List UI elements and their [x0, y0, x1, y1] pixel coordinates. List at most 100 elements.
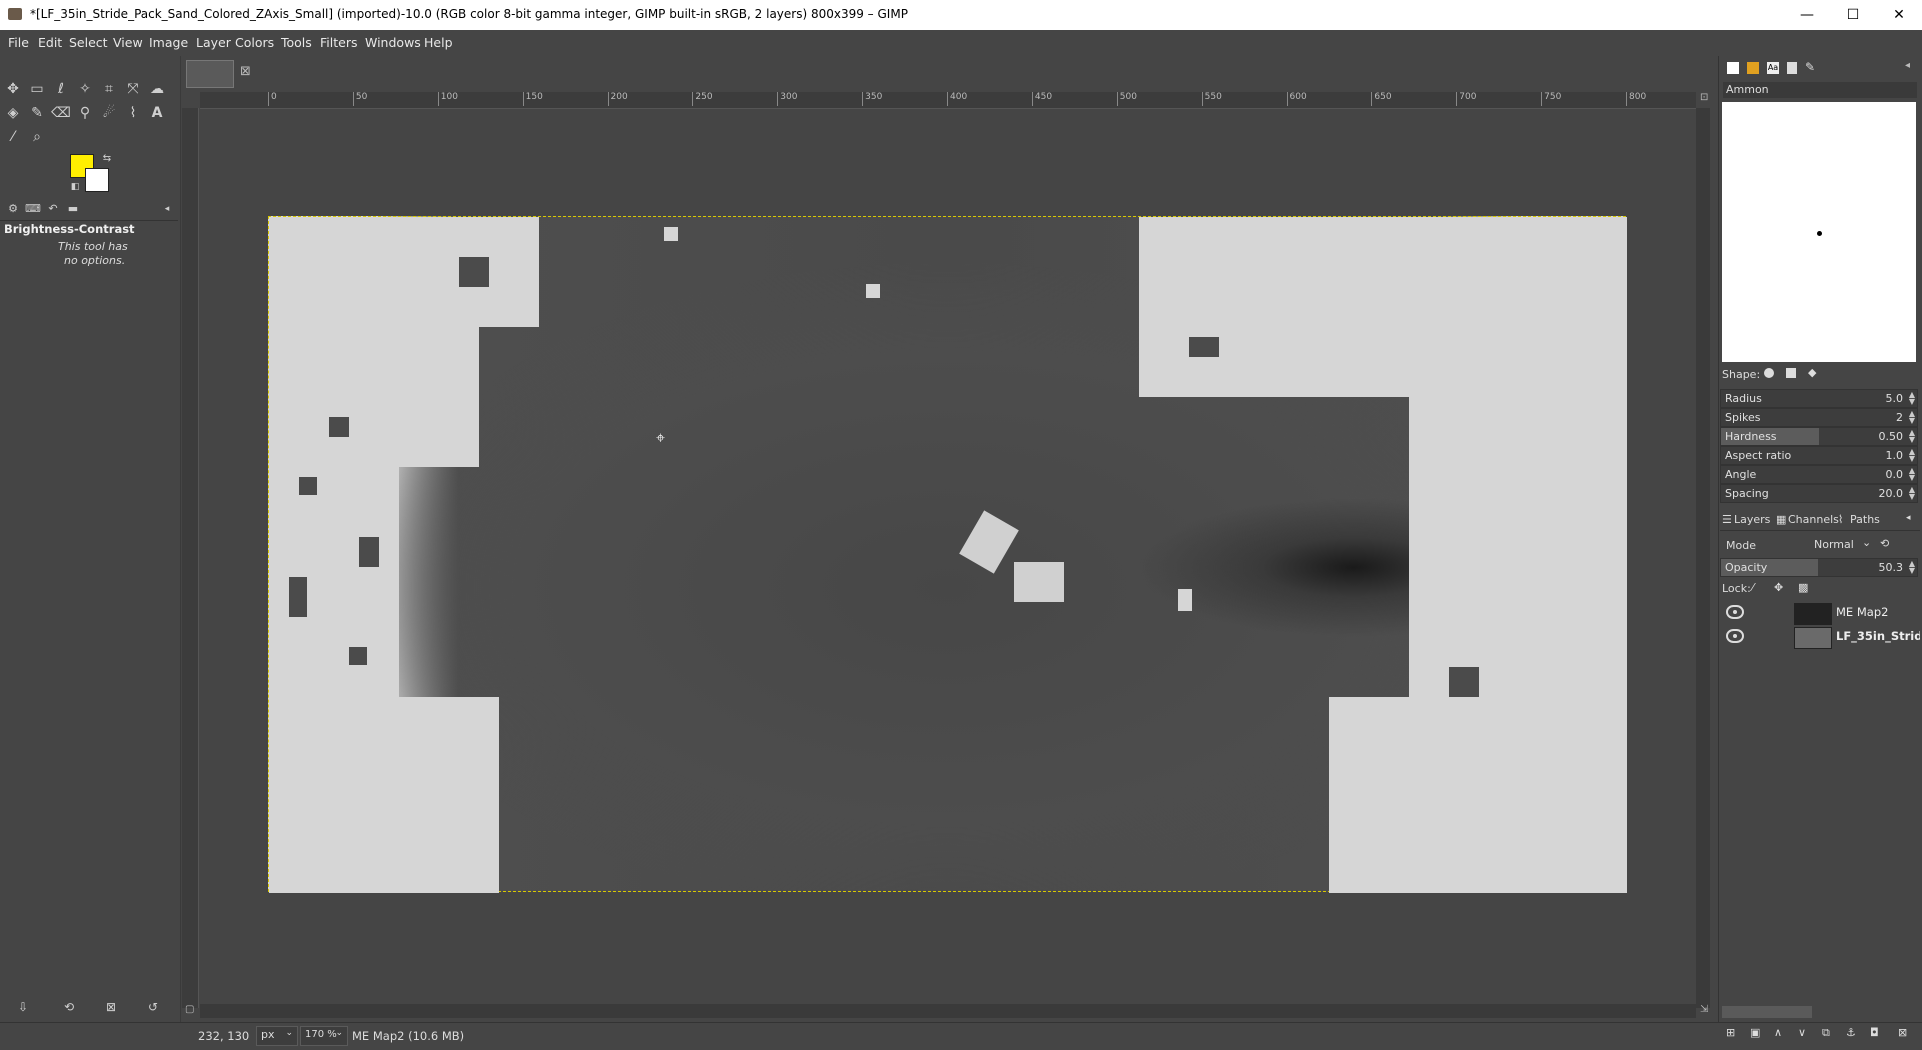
- restore-tool-preset-icon[interactable]: ⟲: [58, 996, 80, 1018]
- tab-channels[interactable]: Channels: [1788, 513, 1839, 526]
- smudge-tool-icon[interactable]: ☄: [98, 102, 120, 124]
- lock-position-icon[interactable]: ✥: [1774, 581, 1783, 594]
- duplicate-layer-icon[interactable]: ⧉: [1822, 1026, 1830, 1040]
- ruler-tick-label: 550: [1201, 92, 1222, 106]
- close-button[interactable]: ✕: [1876, 0, 1922, 30]
- device-status-tab-icon[interactable]: ⌨: [22, 198, 44, 220]
- brush-shape-dot: [1817, 231, 1822, 236]
- fonts-tab-icon[interactable]: Aa: [1767, 62, 1779, 74]
- menu-image[interactable]: Image: [149, 35, 188, 50]
- lasso-tool-icon[interactable]: ℓ: [50, 78, 72, 100]
- vertical-scrollbar[interactable]: [1696, 108, 1710, 1008]
- spacing-spinner[interactable]: Spacing 20.0 ▲ ▼: [1720, 484, 1918, 503]
- paths-tool-icon[interactable]: ⌇: [122, 102, 144, 124]
- add-mask-icon[interactable]: ◘: [1870, 1026, 1879, 1039]
- toggle-quick-mask-icon[interactable]: ▢: [185, 1004, 194, 1015]
- fuzzy-select-tool-icon[interactable]: ✧: [74, 78, 96, 100]
- new-layer-group-icon[interactable]: ▣: [1750, 1026, 1760, 1039]
- text-tool-icon[interactable]: A: [146, 102, 168, 124]
- image-canvas[interactable]: [268, 216, 1627, 893]
- menu-select[interactable]: Select: [69, 35, 108, 50]
- paintbrush-tool-icon[interactable]: ✎: [26, 102, 48, 124]
- visibility-eye-icon[interactable]: [1726, 629, 1744, 643]
- zoom-image-when-window-size-changes-icon[interactable]: ⊡: [1700, 92, 1708, 103]
- close-image-tab-icon[interactable]: ⊠: [240, 64, 251, 79]
- menu-edit[interactable]: Edit: [38, 35, 62, 50]
- document-history-tab-icon[interactable]: [1787, 62, 1797, 74]
- mode-select[interactable]: Normal ⌄: [1806, 535, 1886, 553]
- layer-row[interactable]: LF_35in_Stride: [1718, 625, 1922, 649]
- menu-filters[interactable]: Filters: [320, 35, 357, 50]
- menu-help[interactable]: Help: [424, 35, 453, 50]
- new-layer-icon[interactable]: ⊞: [1726, 1026, 1735, 1039]
- zoom-tool-icon[interactable]: ⌕: [26, 126, 48, 148]
- aspect-ratio-spinner[interactable]: Aspect ratio 1.0 ▲ ▼: [1720, 446, 1918, 465]
- menu-windows[interactable]: Windows: [365, 35, 421, 50]
- opacity-slider[interactable]: Opacity 50.3 ▲ ▼: [1720, 558, 1918, 577]
- visibility-eye-icon[interactable]: [1726, 605, 1744, 619]
- default-colors-icon[interactable]: ◧: [64, 176, 86, 198]
- move-tool-icon[interactable]: ✥: [2, 78, 24, 100]
- menu-colors[interactable]: Colors: [235, 35, 274, 50]
- opacity-label: Opacity: [1725, 561, 1768, 574]
- eraser-tool-icon[interactable]: ⌫: [50, 102, 72, 124]
- reset-mode-icon[interactable]: ⟲: [1880, 537, 1889, 550]
- layer-thumbnail: [1794, 627, 1832, 649]
- background-color-swatch[interactable]: [85, 168, 109, 192]
- reset-tool-options-icon[interactable]: ↺: [142, 996, 164, 1018]
- angle-spinner[interactable]: Angle 0.0 ▲ ▼: [1720, 465, 1918, 484]
- images-tab-icon[interactable]: ▬: [62, 198, 84, 220]
- zoom-selector[interactable]: 170 % ⌄: [300, 1026, 348, 1046]
- color-picker-tool-icon[interactable]: ⁄: [2, 126, 24, 148]
- opacity-value: 50.3: [1878, 561, 1904, 574]
- lock-alpha-icon[interactable]: ▩: [1798, 581, 1808, 594]
- ruler-tick-label: 750: [1541, 92, 1561, 106]
- brush-editor-tab-icon[interactable]: ✎: [1805, 60, 1815, 74]
- swap-colors-icon[interactable]: ⇆: [96, 148, 118, 170]
- configure-tab-icon[interactable]: ◂: [156, 198, 178, 220]
- delete-tool-preset-icon[interactable]: ⊠: [100, 996, 122, 1018]
- shape-circle-icon[interactable]: [1764, 368, 1774, 378]
- maximize-button[interactable]: ☐: [1830, 0, 1876, 30]
- brush-name-field[interactable]: Ammon: [1723, 82, 1917, 98]
- transform-tool-icon[interactable]: ⤧: [122, 78, 144, 100]
- anchor-layer-icon[interactable]: ⚓: [1846, 1026, 1856, 1039]
- delete-layer-icon[interactable]: ⊠: [1898, 1026, 1907, 1039]
- brushes-tab-icon[interactable]: [1727, 62, 1739, 74]
- configure-tab-icon[interactable]: ◂: [1906, 513, 1911, 523]
- minimize-button[interactable]: —: [1784, 0, 1830, 30]
- configure-tab-icon[interactable]: ◂: [1905, 60, 1910, 71]
- horizontal-scrollbar[interactable]: [200, 1004, 1696, 1018]
- shape-square-icon[interactable]: [1786, 368, 1796, 378]
- hardness-spinner[interactable]: Hardness 0.50 ▲ ▼: [1720, 427, 1918, 446]
- lower-layer-icon[interactable]: ∨: [1798, 1026, 1806, 1039]
- menu-tools[interactable]: Tools: [281, 35, 312, 50]
- image-tab-thumbnail[interactable]: [186, 60, 234, 88]
- shape-diamond-icon[interactable]: ◆: [1808, 366, 1816, 379]
- warp-tool-icon[interactable]: ☁: [146, 78, 168, 100]
- menu-layer[interactable]: Layer: [196, 35, 231, 50]
- bucket-fill-tool-icon[interactable]: ◈: [2, 102, 24, 124]
- crop-tool-icon[interactable]: ⌗: [98, 78, 120, 100]
- save-tool-preset-icon[interactable]: ⇩: [12, 996, 34, 1018]
- undo-history-tab-icon[interactable]: ↶: [42, 198, 64, 220]
- raise-layer-icon[interactable]: ∧: [1774, 1026, 1782, 1039]
- menu-view[interactable]: View: [113, 35, 143, 50]
- unit-selector[interactable]: px ⌄: [256, 1026, 298, 1046]
- tab-paths[interactable]: Paths: [1850, 513, 1880, 526]
- layers-horizontal-scrollbar[interactable]: [1722, 1006, 1812, 1018]
- layer-row[interactable]: ME Map2: [1718, 601, 1922, 625]
- clone-tool-icon[interactable]: ⚲: [74, 102, 96, 124]
- patterns-tab-icon[interactable]: [1747, 62, 1759, 74]
- spacing-value: 20.0: [1878, 487, 1904, 500]
- rect-select-tool-icon[interactable]: ▭: [26, 78, 48, 100]
- ruler-tick-label: 300: [777, 92, 797, 106]
- spikes-spinner[interactable]: Spikes 2 ▲ ▼: [1720, 408, 1918, 427]
- tab-layers[interactable]: Layers: [1734, 513, 1770, 526]
- navigate-image-icon[interactable]: ⇲: [1700, 1004, 1708, 1015]
- tool-options-tab-icon[interactable]: ⚙: [2, 198, 24, 220]
- radius-spinner[interactable]: Radius 5.0 ▲ ▼: [1720, 389, 1918, 408]
- lock-pixels-icon[interactable]: ⁄: [1752, 581, 1754, 594]
- menu-file[interactable]: File: [8, 35, 29, 50]
- tool-options-note-1: This tool has: [58, 240, 128, 253]
